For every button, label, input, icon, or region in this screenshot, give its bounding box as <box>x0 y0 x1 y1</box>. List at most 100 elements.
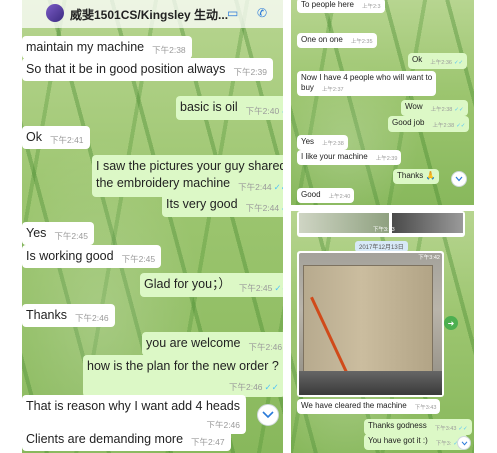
message-text: how is the plan for the new order ? <box>87 359 279 373</box>
message-bubble[interactable]: Yes 下午2:45 <box>22 222 94 245</box>
video-call-icon[interactable]: ▭ <box>227 6 238 20</box>
message-text: Wow <box>405 102 423 111</box>
message-time: 上午2:35 <box>350 39 373 45</box>
message-text: Its very good <box>166 197 238 211</box>
top-photo-message[interactable]: 下午3:23 <box>297 211 465 237</box>
message-bubble[interactable]: you are welcome下午2:46✓✓ <box>142 332 283 356</box>
message-bubble[interactable]: Clients are demanding more 下午2:47 <box>22 428 231 451</box>
message-text: Thanks godness <box>368 421 427 430</box>
message-bubble[interactable]: Good job 上午2:38 ✓✓ <box>388 116 470 132</box>
read-receipt-icon: ✓✓ <box>456 123 466 129</box>
message-time: 下午2:46 <box>228 382 263 392</box>
message-text: You have got it :) <box>368 436 428 445</box>
message-bubble[interactable]: You have got it :)下午3:✓✓ <box>364 434 467 450</box>
forward-button[interactable]: ➜ <box>444 316 458 330</box>
message-text-line2: the embroidery machine <box>96 176 231 190</box>
message-time: 下午2:39 <box>233 67 267 77</box>
message-text: you are welcome <box>146 336 241 350</box>
message-bubble[interactable]: Its very good 下午2:44✓✓ <box>162 193 283 217</box>
message-text: Thanks <box>26 308 67 322</box>
image-message[interactable]: 下午3:42 <box>297 251 444 397</box>
message-text: Clients are demanding more <box>26 432 184 446</box>
message-text: Yes <box>26 226 47 240</box>
chevron-down-icon <box>262 411 274 419</box>
avatar[interactable] <box>46 4 64 22</box>
read-receipt-icon: ✓✓ <box>281 203 283 213</box>
message-bubble[interactable]: We have cleared the machine 下午3:43 <box>297 399 441 414</box>
message-text: Thanks 🙏 <box>397 171 436 180</box>
message-time: 下午3:43 <box>434 426 457 432</box>
photo-time: 下午3:42 <box>418 255 440 261</box>
forward-icon: ➜ <box>447 318 455 328</box>
message-bubble[interactable]: Ok 下午2:41 <box>22 126 90 149</box>
right-bottom-chat-panel: 下午3:23 2017年12月13日 下午3:42 ➜ We have clea… <box>291 211 474 453</box>
message-text: We have cleared the machine <box>301 401 407 410</box>
message-time: 上午2:36 <box>430 60 452 66</box>
read-receipt-icon: ✓✓ <box>264 382 279 392</box>
message-text: That is reason why I want add 4 heads <box>26 399 241 413</box>
message-time: 下午2:47 <box>191 437 225 447</box>
message-time: 下午3: <box>435 441 452 447</box>
message-bubble[interactable]: I like your machine 上午2:39 <box>297 150 402 165</box>
message-bubble[interactable]: Is working good 下午2:45 <box>22 245 162 268</box>
read-receipt-icon: ✓✓ <box>273 182 283 192</box>
scroll-down-button[interactable] <box>257 404 279 426</box>
message-bubble[interactable]: Now I have 4 people who will want to buy… <box>297 71 437 96</box>
message-time: 下午2:45 <box>121 254 156 264</box>
message-time: 上午2:39 <box>375 156 398 162</box>
read-receipt-icon: ✓✓ <box>274 283 283 293</box>
message-bubble[interactable]: Thanks godness 下午3:43 ✓✓ <box>364 419 472 435</box>
message-bubble[interactable]: To people here 上午2:3 <box>297 0 385 13</box>
message-text: basic is oil <box>180 100 238 114</box>
message-text: Good job <box>392 118 425 127</box>
chevron-down-icon <box>461 441 467 446</box>
message-text: Yes <box>301 137 315 146</box>
message-time: 上午2:3 <box>361 4 381 10</box>
message-bubble[interactable]: So that it be in good position always 下午2… <box>22 58 273 81</box>
scroll-down-button[interactable] <box>451 171 467 187</box>
message-time: 上午2:38 <box>432 123 455 129</box>
message-time: 下午2:40 <box>245 106 280 116</box>
message-bubble[interactable]: Ok 上午2:36 ✓✓ <box>408 53 468 69</box>
message-time: 下午2:44 <box>238 182 272 192</box>
message-bubble[interactable]: Thanks 🙏 <box>393 169 440 184</box>
message-text: So that it be in good position always <box>26 62 226 76</box>
read-receipt-icon: ✓✓ <box>458 426 468 432</box>
message-bubble[interactable]: One on one 上午2:35 <box>297 33 377 48</box>
message-time: 下午2:44 <box>245 203 280 213</box>
message-bubble[interactable]: basic is oil 下午2:40✓✓ <box>176 96 283 120</box>
message-text: Is working good <box>26 249 114 263</box>
message-bubble[interactable]: how is the plan for the new order ? 下午2:… <box>83 355 283 397</box>
message-bubble[interactable]: Thanks 下午2:46 <box>22 304 115 327</box>
photo-time: 下午3:23 <box>373 227 395 233</box>
chat-title: 威斐1501CS/Kingsley 生动... <box>70 8 229 22</box>
message-time: 下午2:45 <box>54 231 88 241</box>
message-bubble[interactable]: Good 上午2:40 <box>297 188 355 203</box>
message-bubble[interactable]: Yes 上午2:38 <box>297 135 348 150</box>
message-time: 下午2:45 <box>238 283 273 293</box>
chat-header[interactable]: 威斐1501CS/Kingsley 生动... ▭ ✆ <box>22 0 283 28</box>
message-bubble[interactable]: maintain my machine 下午2:38 <box>22 36 192 59</box>
message-text: I saw the pictures your guy shared for <box>96 159 283 173</box>
message-bubble[interactable]: Wow 上午2:38 ✓✓ <box>401 100 468 116</box>
message-text: Ok <box>412 55 423 64</box>
message-time: 下午2:46 <box>75 313 109 323</box>
message-bubble[interactable]: I saw the pictures your guy shared for t… <box>92 155 283 197</box>
message-time: 下午3:43 <box>414 405 437 411</box>
message-text-line2: buy <box>301 83 314 92</box>
scroll-down-button[interactable] <box>457 436 471 450</box>
message-text: Now I have 4 people who will want to <box>301 73 433 82</box>
photo-thumbnail[interactable] <box>392 213 463 233</box>
message-text: maintain my machine <box>26 40 145 54</box>
message-text: One on one <box>301 35 343 44</box>
message-text: Good <box>301 190 321 199</box>
message-text: I like your machine <box>301 152 368 161</box>
message-time: 下午2:38 <box>152 45 186 55</box>
chat-collage: { "left_chat": { "header": { "title": "威… <box>0 0 497 453</box>
phone-icon[interactable]: ✆ <box>257 6 267 20</box>
message-time: 上午2:40 <box>328 194 351 200</box>
message-time: 上午2:38 <box>430 107 453 113</box>
message-bubble[interactable]: Glad for you；） 下午2:45✓✓ <box>140 273 283 297</box>
chevron-down-icon <box>455 176 463 182</box>
read-receipt-icon: ✓✓ <box>453 60 464 66</box>
